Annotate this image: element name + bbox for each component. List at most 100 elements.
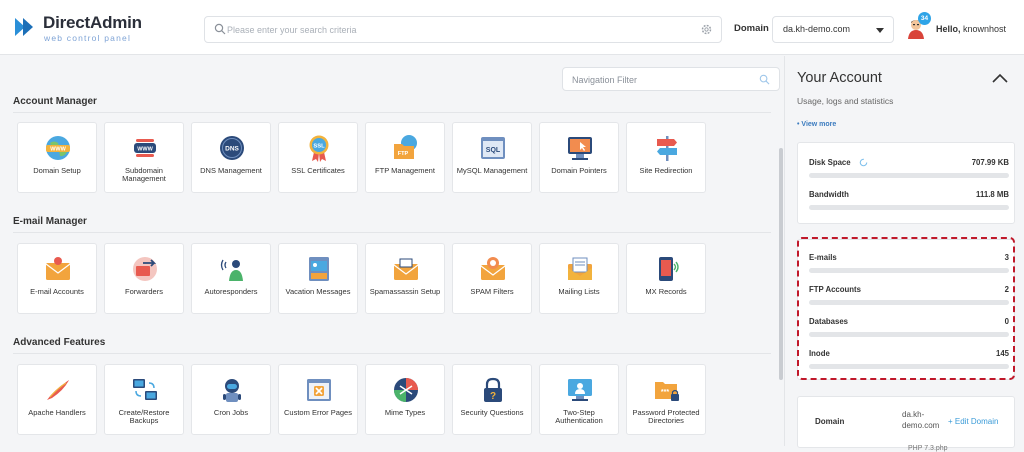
usage-card: Disk Space 707.99 KB Bandwidth 111.8 MB: [797, 142, 1015, 224]
spam-filter-icon: [480, 257, 506, 280]
stat-label: Bandwidth: [809, 190, 849, 199]
navigation-filter-input[interactable]: [572, 72, 752, 87]
sql-database-icon: SQL: [481, 137, 505, 159]
tile-label: Subdomain Management: [122, 166, 166, 183]
vacation-calendar-icon: [309, 257, 329, 281]
php-version: PHP 7.3.php: [908, 445, 948, 452]
svg-text:WWW: WWW: [137, 147, 153, 153]
tile-label: SPAM Filters: [470, 287, 514, 296]
sidebar-subtitle: Usage, logs and statistics: [797, 96, 894, 106]
tile-mailing-lists[interactable]: Mailing Lists: [539, 243, 619, 314]
domain-select-value: da.kh-demo.com: [783, 24, 851, 34]
error-page-icon: [307, 379, 331, 401]
tile-label: Security Questions: [460, 408, 524, 417]
ftp-folder-icon: FTP: [394, 135, 417, 159]
tile-label: Forwarders: [125, 287, 163, 296]
username: knownhost: [963, 24, 1007, 34]
progress-bar: [809, 173, 1009, 178]
tile-apache-handlers[interactable]: Apache Handlers: [17, 364, 97, 435]
section-title-advanced-features: Advanced Features: [13, 337, 106, 348]
tile-label: Mime Types: [384, 408, 426, 417]
tile-forwarders[interactable]: Forwarders: [104, 243, 184, 314]
tile-subdomain-management[interactable]: WWW Subdomain Management: [104, 122, 184, 193]
divider: [13, 112, 771, 113]
tile-label: Site Redirection: [639, 166, 693, 175]
svg-text:?: ?: [490, 391, 496, 402]
autoresponder-person-icon: [220, 259, 243, 281]
logo-subtitle: web control panel: [44, 33, 132, 43]
protected-folder-icon: ***: [655, 382, 679, 401]
domain-select[interactable]: da.kh-demo.com: [772, 16, 894, 43]
tile-security-questions[interactable]: ? Security Questions: [452, 364, 532, 435]
tile-email-accounts[interactable]: E-mail Accounts: [17, 243, 97, 314]
chevron-up-icon[interactable]: [991, 72, 1009, 84]
notification-badge[interactable]: 34: [918, 12, 931, 25]
tile-label: Two-Step Authentication: [555, 408, 603, 425]
mime-arrows-icon: [394, 378, 418, 402]
robot-icon: [223, 379, 241, 402]
domain-value: da.kh-demo.com: [902, 410, 940, 430]
scrollbar[interactable]: [779, 148, 783, 380]
tile-spamassassin-setup[interactable]: Spamassassin Setup: [365, 243, 445, 314]
tile-domain-setup[interactable]: WWW Domain Setup: [17, 122, 97, 193]
tile-label: Spamassassin Setup: [369, 287, 441, 296]
section-title-account-manager: Account Manager: [13, 96, 97, 107]
section-title-email-manager: E-mail Manager: [13, 216, 87, 227]
spam-envelope-icon: [393, 258, 419, 280]
tile-ftp-management[interactable]: FTP FTP Management: [365, 122, 445, 193]
tile-site-redirection[interactable]: Site Redirection: [626, 122, 706, 193]
tile-create-restore-backups[interactable]: Create/Restore Backups: [104, 364, 184, 435]
caret-down-icon: [876, 28, 884, 33]
subdomain-www-icon: WWW: [134, 139, 156, 157]
svg-text:SQL: SQL: [486, 147, 501, 154]
refresh-icon[interactable]: [859, 158, 868, 167]
global-search: [204, 16, 722, 43]
tile-label: SSL Certificates: [291, 166, 345, 175]
user-greeting[interactable]: Hello, knownhost: [936, 24, 1006, 34]
tile-spam-filters[interactable]: SPAM Filters: [452, 243, 532, 314]
directadmin-logo-icon: [15, 18, 33, 36]
domain-card: Domain da.kh-demo.com + Edit Domain PHP …: [797, 396, 1015, 452]
tile-label: FTP Management: [375, 166, 435, 175]
gear-icon[interactable]: [700, 23, 713, 36]
tile-mx-records[interactable]: MX Records: [626, 243, 706, 314]
tile-ssl-certificates[interactable]: SSL SSL Certificates: [278, 122, 358, 193]
tile-autoresponders[interactable]: Autoresponders: [191, 243, 271, 314]
tile-label: DNS Management: [200, 166, 262, 175]
search-input[interactable]: [227, 21, 697, 39]
svg-text:FTP: FTP: [398, 151, 409, 157]
tile-label: Autoresponders: [204, 287, 258, 296]
tile-mysql-management[interactable]: SQL MySQL Management: [452, 122, 532, 193]
tile-password-protected-directories[interactable]: *** Password Protected Directories: [626, 364, 706, 435]
logo[interactable]: DirectAdmin web control panel: [13, 13, 153, 43]
tile-cron-jobs[interactable]: Cron Jobs: [191, 364, 271, 435]
svg-text:DNS: DNS: [225, 146, 239, 153]
tile-domain-pointers[interactable]: Domain Pointers: [539, 122, 619, 193]
tile-mime-types[interactable]: Mime Types: [365, 364, 445, 435]
top-bar: DirectAdmin web control panel Domain da.…: [0, 0, 1024, 55]
tile-label: E-mail Accounts: [30, 287, 84, 296]
sidebar-title: Your Account: [797, 70, 882, 86]
search-icon: [759, 74, 770, 85]
ssl-badge-icon: SSL: [309, 135, 329, 162]
svg-text:***: ***: [661, 389, 669, 396]
divider: [13, 353, 771, 354]
tile-label: Apache Handlers: [28, 408, 86, 417]
backup-computers-icon: [133, 379, 157, 400]
tile-label: Create/Restore Backups: [118, 408, 170, 425]
tile-label: Custom Error Pages: [284, 408, 352, 417]
stat-label: Disk Space: [809, 158, 851, 167]
tile-custom-error-pages[interactable]: Custom Error Pages: [278, 364, 358, 435]
stat-value: 707.99 KB: [971, 158, 1009, 167]
tile-label: MX Records: [645, 287, 687, 296]
search-icon: [214, 23, 226, 35]
edit-domain-link[interactable]: + Edit Domain: [948, 417, 998, 426]
monitor-pointer-icon: [568, 137, 592, 160]
view-more-link[interactable]: • View more: [797, 121, 836, 128]
stat-value: 111.8 MB: [976, 190, 1009, 199]
tile-two-step-authentication[interactable]: Two-Step Authentication: [539, 364, 619, 435]
envelope-user-icon: [45, 257, 71, 280]
tile-dns-management[interactable]: DNS DNS Management: [191, 122, 271, 193]
svg-text:WWW: WWW: [50, 147, 66, 153]
tile-vacation-messages[interactable]: Vacation Messages: [278, 243, 358, 314]
